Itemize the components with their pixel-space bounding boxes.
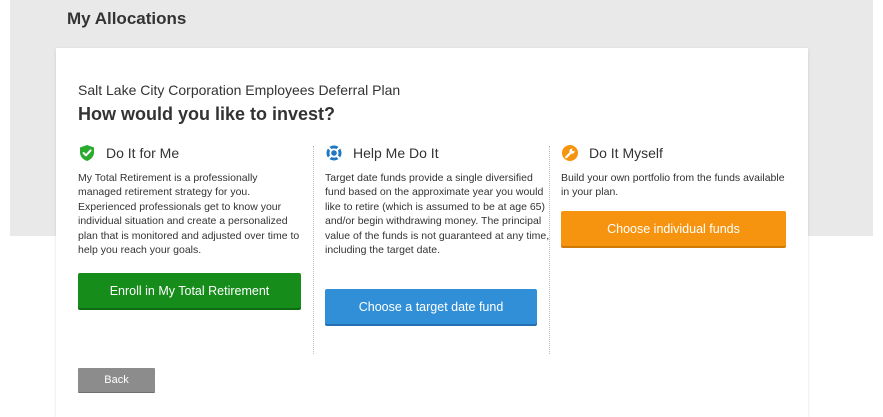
option-title: Help Me Do It	[353, 145, 439, 161]
enroll-my-total-retirement-button[interactable]: Enroll in My Total Retirement	[78, 273, 301, 308]
investment-question: How would you like to invest?	[78, 104, 336, 124]
choose-individual-funds-button[interactable]: Choose individual funds	[561, 211, 786, 246]
option-description: My Total Retirement is a professionally …	[78, 172, 300, 257]
back-button[interactable]: Back	[78, 368, 155, 392]
plan-name: Salt Lake City Corporation Employees Def…	[78, 82, 401, 98]
option-header: Help Me Do It	[325, 143, 550, 163]
option-description: Build your own portfolio from the funds …	[561, 172, 785, 199]
wrench-icon	[561, 144, 579, 162]
investment-choice-card: Salt Lake City Corporation Employees Def…	[56, 48, 808, 417]
option-header: Do It for Me	[78, 143, 303, 163]
option-header: Do It Myself	[561, 143, 786, 163]
option-do-it-for-me: Do It for Me My Total Retirement is a pr…	[78, 143, 303, 308]
option-do-it-myself: Do It Myself Build your own portfolio fr…	[561, 143, 786, 246]
option-title: Do It Myself	[589, 145, 663, 161]
page-title: My Allocations	[67, 9, 187, 28]
option-description: Target date funds provide a single diver…	[325, 172, 550, 257]
choose-target-date-fund-button[interactable]: Choose a target date fund	[325, 289, 537, 324]
lifebuoy-icon	[325, 144, 343, 162]
option-title: Do It for Me	[106, 145, 180, 161]
shield-check-icon	[78, 144, 96, 162]
column-divider	[313, 146, 314, 354]
option-help-me-do-it: Help Me Do It Target date funds provide …	[325, 143, 550, 324]
